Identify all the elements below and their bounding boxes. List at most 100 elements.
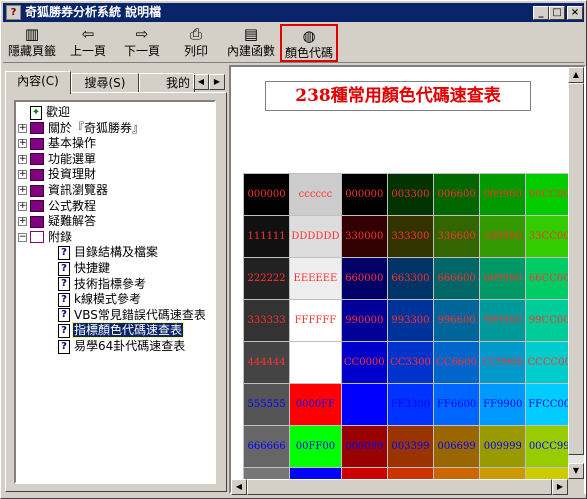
color-cell: cccccc [289, 173, 342, 216]
scroll-up-icon[interactable]: ▲ [568, 67, 584, 83]
color-cell: DDDDDD [289, 215, 342, 258]
book-icon [30, 153, 44, 166]
tree-item[interactable]: + 基本操作 [18, 135, 97, 151]
color-cell: 000000 [340, 173, 388, 216]
color-cell [525, 467, 568, 479]
scroll-right-icon[interactable]: ▶ [552, 479, 568, 495]
tree-item-label: 關於『奇狐勝券』 [48, 120, 145, 135]
color-code-table: 000000 cccccc 000000 003300 006600 009900 00CC… [242, 173, 568, 479]
help-topic-icon: ? [58, 323, 70, 338]
tab-scroll-left-icon[interactable]: ◀ [193, 74, 209, 90]
help-topic-icon: ? [58, 292, 70, 307]
expand-icon[interactable]: + [18, 123, 27, 133]
tree-item[interactable]: + 資訊瀏覽器 [18, 182, 109, 198]
expand-icon[interactable]: + [18, 217, 27, 227]
scroll-left-icon[interactable]: ◀ [231, 479, 247, 495]
vertical-scrollbar[interactable]: ▲ ▼ [568, 67, 584, 479]
hide-tabs-icon: ▥ [24, 25, 40, 43]
tab-scroll: ◀ ▶ [193, 73, 225, 90]
color-codes-button[interactable]: ◍ 顏色代碼 [280, 24, 338, 62]
help-topic-icon: ? [58, 277, 70, 292]
tree-item[interactable]: ? 指標顏色代碼速查表 [54, 322, 185, 339]
tree-item-label: 功能選單 [48, 151, 97, 166]
help-topic-icon: ? [58, 245, 70, 260]
expand-icon[interactable]: + [18, 186, 27, 195]
color-cell: 660000 [340, 257, 388, 300]
book-icon [30, 200, 44, 213]
color-cell: 444444 [242, 341, 291, 384]
tab-strip: 內容(C) 搜尋(S) 我的 ◀ ▶ [5, 71, 225, 94]
help-window: ? 奇狐勝券分析系統 說明檔 _ □ × ▥ 隱藏頁籤 ⇦ 上一頁 ⇨ 下一頁 … [0, 0, 587, 499]
print-button[interactable]: ⎙ 列印 [173, 24, 219, 62]
color-cell [289, 341, 342, 384]
tree-item-label: VBS常見錯誤代碼速查表 [74, 307, 206, 322]
table-row: 555555 0000FF FF0000 FF3300 FF6600 FF9900 FFCC… [242, 383, 568, 426]
tree-item[interactable]: + 關於『奇狐勝券』 [18, 120, 145, 136]
table-row: 666666 00FF00 000099 003399 006699 009999 00CC… [242, 425, 568, 468]
help-book-icon: ? [6, 5, 21, 20]
expand-icon[interactable]: + [18, 154, 27, 164]
builtin-functions-button[interactable]: ▤ 內建函數 [223, 24, 279, 62]
book-icon [30, 168, 44, 181]
tab-favorites[interactable]: 我的 [139, 73, 195, 93]
topic-content: 238種常用顏色代碼速查表 000000 cccccc 000000 003300 00… [231, 67, 568, 479]
color-cell: 666666 [242, 425, 291, 468]
tree-item[interactable]: + 功能選單 [18, 151, 97, 167]
color-cell: 0000FF [289, 383, 342, 426]
color-cell: 006699 [433, 425, 481, 468]
color-cell: 990000 [340, 299, 388, 342]
color-cell: 006600 [433, 173, 481, 216]
tree-item[interactable]: ? 快捷鍵 [54, 260, 111, 276]
back-arrow-icon: ⇦ [81, 25, 95, 43]
tree-item[interactable]: ? 易學64卦代碼速查表 [54, 338, 186, 354]
expand-icon[interactable]: + [18, 201, 27, 211]
color-cell: 999900 [479, 299, 527, 342]
back-button[interactable]: ⇦ 上一頁 [63, 24, 113, 62]
minimize-button[interactable]: _ [533, 6, 549, 20]
hide-tabs-button[interactable]: ▥ 隱藏頁籤 [5, 24, 59, 62]
color-cell: 009999 [479, 425, 527, 468]
tree-item-label: 歡迎 [46, 105, 71, 119]
tab-scroll-right-icon[interactable]: ▶ [209, 74, 225, 90]
horizontal-scroll-thumb[interactable] [247, 479, 552, 495]
tree-item[interactable]: ? VBS常見錯誤代碼速查表 [54, 307, 207, 323]
scroll-down-icon[interactable]: ▼ [568, 463, 584, 479]
maximize-button[interactable]: □ [549, 6, 565, 20]
color-cell: 00CC99 [525, 425, 568, 468]
tree-item[interactable]: ? k線模式參考 [54, 291, 142, 307]
color-cell: 333300 [386, 215, 435, 258]
collapse-icon[interactable]: − [18, 232, 27, 242]
toolbar: ▥ 隱藏頁籤 ⇦ 上一頁 ⇨ 下一頁 ⎙ 列印 ▤ 內建函數 ◍ 顏色代碼 [3, 23, 584, 63]
tab-contents[interactable]: 內容(C) [5, 71, 71, 94]
book-icon [30, 137, 44, 150]
printer-icon: ⎙ [189, 25, 202, 43]
vertical-scroll-thumb[interactable] [568, 83, 584, 455]
color-cell [479, 467, 527, 479]
color-cell: 669900 [479, 257, 527, 300]
tree-item[interactable]: ? 目錄結構及檔案 [54, 244, 159, 260]
tab-search[interactable]: 搜尋(S) [71, 73, 139, 93]
tree-item[interactable]: ✦ 歡迎 [26, 104, 71, 120]
scroll-corner [568, 479, 584, 495]
tree-item[interactable]: + 疑難解答 [18, 213, 97, 229]
tree-item[interactable]: + 投資理財 [18, 166, 97, 182]
table-row: 444444 CC0000 CC3300 CC6600 CC9900 CCCC00 [242, 341, 568, 384]
horizontal-scrollbar[interactable]: ◀ ▶ [231, 479, 568, 495]
forward-button[interactable]: ⇨ 下一頁 [117, 24, 167, 62]
color-cell: CCCC00 [525, 341, 568, 384]
expand-icon[interactable]: + [18, 170, 27, 180]
tree-item-label: 投資理財 [48, 167, 97, 182]
tree-item[interactable]: ? 技術指標參考 [54, 276, 147, 292]
close-button[interactable]: × [567, 6, 583, 20]
title-bar[interactable]: ? 奇狐勝券分析系統 說明檔 _ □ × [3, 3, 584, 22]
tree-item[interactable]: − 附錄 [18, 229, 73, 245]
window-title: 奇狐勝券分析系統 說明檔 [25, 5, 162, 19]
tree-item[interactable]: + 公式教程 [18, 198, 97, 214]
color-cell: 333333 [242, 299, 291, 342]
color-cell: 00FF00 [289, 425, 342, 468]
color-cell: 336600 [433, 215, 481, 258]
contents-tree[interactable]: ✦ 歡迎 + 關於『奇狐勝券』 + 基本操作 + 功能選單 + 投資理財 + 資訊瀏覽器 + 公式教程 + 疑… [14, 100, 216, 484]
expand-icon[interactable]: + [18, 139, 27, 149]
table-row: 333333 FFFFFF 990000 993300 996600 999900 99CC… [242, 299, 568, 342]
table-row [242, 467, 568, 479]
